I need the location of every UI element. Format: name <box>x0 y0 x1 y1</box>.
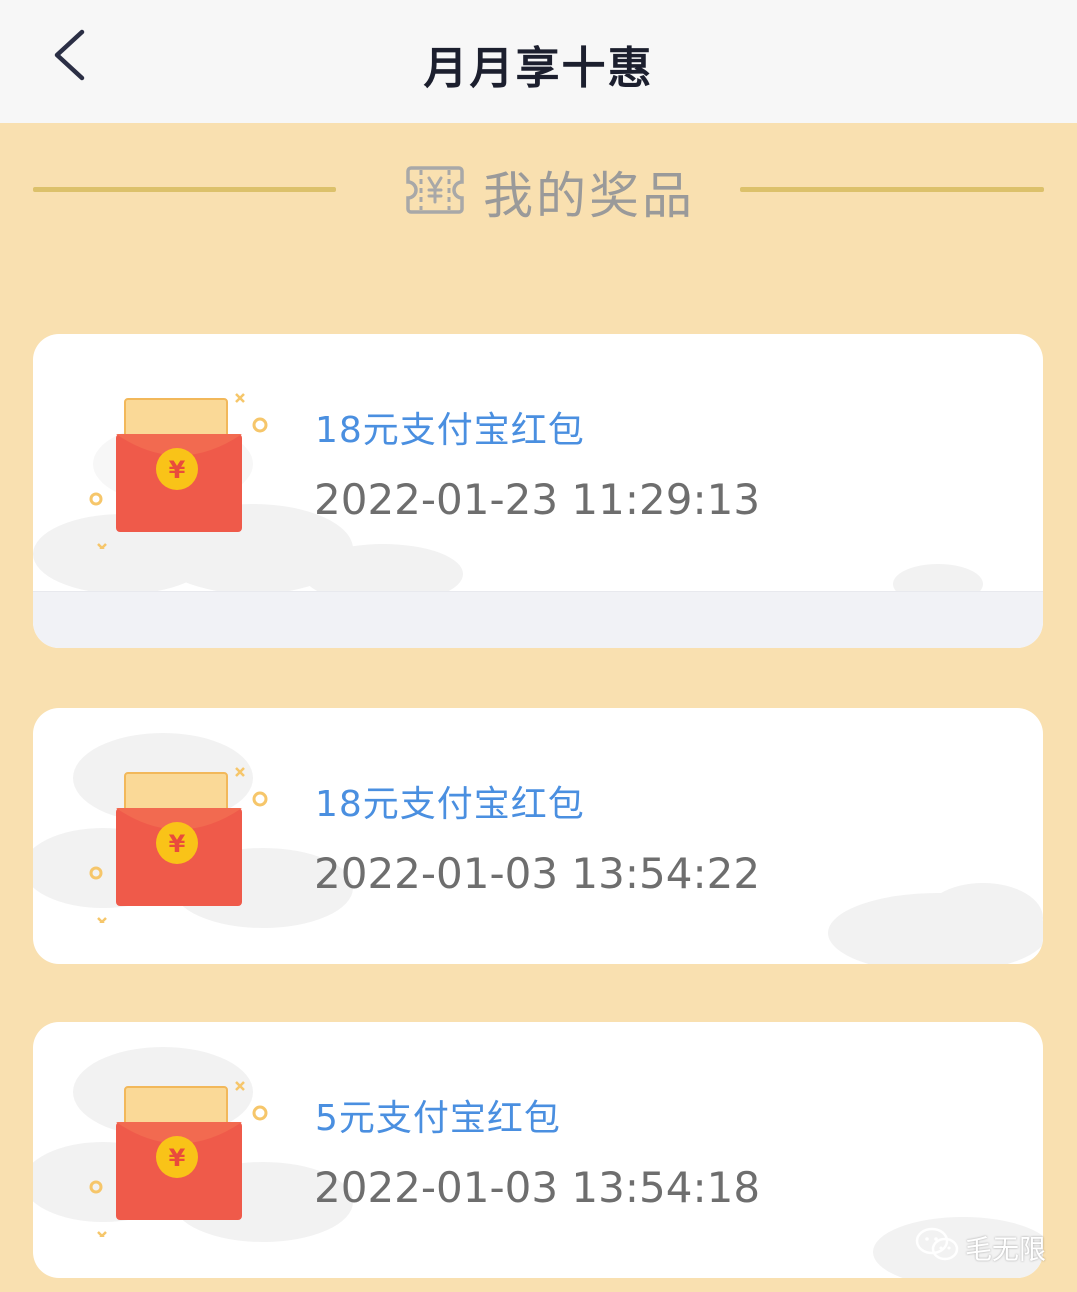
navbar: 月月享十惠 <box>0 0 1077 123</box>
divider-right <box>740 187 1044 192</box>
section-title: 我的奖品 <box>483 167 695 225</box>
prize-time: 2022-01-03 13:54:22 <box>314 849 761 898</box>
watermark: 毛无限 <box>915 1226 1055 1266</box>
red-envelope-icon: ¥ <box>89 393 268 549</box>
svg-text:¥: ¥ <box>169 1144 186 1172</box>
svg-text:¥: ¥ <box>169 456 186 484</box>
wechat-icon <box>915 1227 959 1261</box>
prize-card[interactable]: ¥ 18元支付宝红包 2022-01-03 13:54:22 <box>33 708 1043 964</box>
section-header: 我的奖品 <box>0 150 1077 230</box>
prize-name: 18元支付宝红包 <box>315 410 585 451</box>
red-envelope-icon: ¥ <box>89 767 268 923</box>
watermark-text: 毛无限 <box>965 1235 1046 1266</box>
svg-text:¥: ¥ <box>169 830 186 858</box>
prize-card[interactable]: ¥ 5元支付宝红包 2022-01-03 13:54:18 <box>33 1022 1043 1278</box>
prize-name: 5元支付宝红包 <box>315 1098 561 1139</box>
prize-time: 2022-01-23 11:29:13 <box>314 475 761 524</box>
prize-time: 2022-01-03 13:54:18 <box>314 1163 761 1212</box>
divider-left <box>33 187 336 192</box>
red-envelope-icon: ¥ <box>89 1081 268 1237</box>
prize-card[interactable]: ¥ 18元支付宝红包 2022-01-23 11:29:13 <box>33 334 1043 648</box>
ticket-yen-icon <box>406 166 464 214</box>
page-title: 月月享十惠 <box>423 43 654 94</box>
card-footer <box>33 591 1043 648</box>
prize-name: 18元支付宝红包 <box>315 784 585 825</box>
